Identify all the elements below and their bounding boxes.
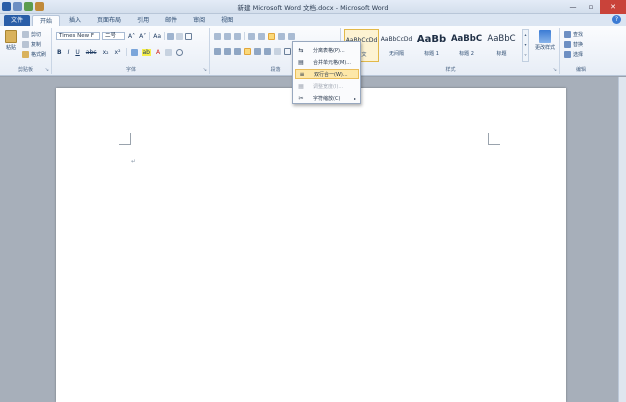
subscript-button[interactable]: x₂ xyxy=(102,49,110,56)
text-effects-icon[interactable] xyxy=(130,48,138,56)
align-left-icon[interactable] xyxy=(214,48,221,55)
menu-item-merge-cells[interactable]: ▤ 合并单元格(M)... xyxy=(295,57,359,67)
character-scaling-icon: ✂ xyxy=(298,94,304,102)
font-group-label: 字体 xyxy=(125,67,136,73)
font-launcher-icon[interactable]: ↘ xyxy=(203,67,207,73)
window-title: 新建 Microsoft Word 文档.docx - Microsoft Wo… xyxy=(237,4,389,12)
tab-home[interactable]: 开始 xyxy=(32,15,61,26)
tab-page-layout[interactable]: 页面布局 xyxy=(90,15,128,26)
superscript-button[interactable]: x² xyxy=(114,49,122,56)
line-spacing-icon[interactable] xyxy=(264,48,271,55)
tab-mailings[interactable]: 邮件 xyxy=(158,15,184,26)
tab-references[interactable]: 引用 xyxy=(130,15,156,26)
justify-icon[interactable] xyxy=(244,48,251,55)
find-button[interactable]: 查找 xyxy=(564,31,583,38)
tab-view[interactable]: 视图 xyxy=(214,15,240,26)
styles-gallery-scroll[interactable]: ▴ ▾ ▿ xyxy=(522,29,529,62)
bullets-icon[interactable] xyxy=(214,32,221,40)
tab-insert[interactable]: 插入 xyxy=(62,15,88,26)
borders-icon[interactable] xyxy=(284,48,291,55)
change-case-button[interactable]: Aa xyxy=(152,33,162,40)
clipboard-group-label: 剪贴板 xyxy=(17,67,33,73)
brush-icon xyxy=(22,51,29,58)
close-button[interactable]: ✕ xyxy=(600,0,626,14)
bold-button[interactable]: B xyxy=(56,49,63,56)
paste-icon xyxy=(5,30,17,43)
multilevel-list-icon[interactable] xyxy=(234,32,241,40)
style-heading-2[interactable]: AaBbC 标题 2 xyxy=(449,29,484,62)
tab-review[interactable]: 审阅 xyxy=(186,15,212,26)
paragraph-mark: ↵ xyxy=(131,158,137,165)
grow-font-button[interactable]: A˄ xyxy=(127,33,136,40)
window-controls: — ▫ ✕ xyxy=(564,0,626,14)
minimize-button[interactable]: — xyxy=(564,0,582,14)
font-group: Times New F 二号 A˄ A˅ Aa B I U abc x₂ x² … xyxy=(53,28,210,74)
highlight-button[interactable]: ab xyxy=(141,48,151,56)
merge-cells-icon: ▤ xyxy=(298,58,304,66)
styles-group-label: 样式 xyxy=(445,67,456,73)
style-title[interactable]: AaBbC 标题 xyxy=(484,29,519,62)
paste-button[interactable]: 粘贴 xyxy=(3,30,19,51)
copy-icon xyxy=(22,41,29,48)
tab-file[interactable]: 文件 xyxy=(4,15,31,26)
replace-button[interactable]: 替换 xyxy=(564,41,583,48)
font-size-input[interactable]: 二号 xyxy=(102,32,125,40)
vertical-scrollbar[interactable] xyxy=(618,77,626,402)
align-center-icon[interactable] xyxy=(224,48,231,55)
clear-format-icon[interactable] xyxy=(167,32,174,40)
title-bar: 新建 Microsoft Word 文档.docx - Microsoft Wo… xyxy=(0,0,626,14)
font-color-button[interactable]: A xyxy=(155,49,161,56)
style-heading-1[interactable]: AaBb 标题 1 xyxy=(414,29,449,62)
sort-icon[interactable] xyxy=(278,32,285,40)
maximize-button[interactable]: ▫ xyxy=(582,0,600,14)
change-styles-icon xyxy=(539,30,551,43)
menu-item-fit-width: ▦ 调整宽度(I)... xyxy=(298,82,344,90)
select-button[interactable]: 选择 xyxy=(564,51,583,58)
chinese-layout-icon[interactable] xyxy=(268,32,275,40)
submenu-arrow-icon: ▸ xyxy=(353,95,356,101)
shrink-font-button[interactable]: A˅ xyxy=(138,33,147,40)
menu-item-two-lines-in-one[interactable]: ≡ 双行合一(W)... xyxy=(295,69,359,79)
format-painter-button[interactable]: 格式刷 xyxy=(22,51,46,58)
character-shading-icon[interactable] xyxy=(165,48,173,56)
cut-button[interactable]: 剪切 xyxy=(22,31,41,38)
help-icon[interactable]: ? xyxy=(612,15,621,24)
margin-mark-top-left xyxy=(119,133,131,145)
italic-button[interactable]: I xyxy=(67,49,71,56)
styles-launcher-icon[interactable]: ↘ xyxy=(553,67,557,73)
clipboard-launcher-icon[interactable]: ↘ xyxy=(45,67,49,73)
underline-button[interactable]: U xyxy=(74,49,80,56)
change-styles-button[interactable]: 更改样式 xyxy=(533,30,557,51)
shading-icon[interactable] xyxy=(274,48,281,55)
styles-gallery: AaBbCcDd 正文 AaBbCcDd 无间隔 AaBb 标题 1 AaBbC… xyxy=(344,29,519,62)
font-name-input[interactable]: Times New F xyxy=(56,32,100,40)
align-right-icon[interactable] xyxy=(234,48,241,55)
strikethrough-button[interactable]: abc xyxy=(85,49,98,56)
numbering-icon[interactable] xyxy=(224,32,231,40)
two-lines-in-one-icon: ≡ xyxy=(299,70,305,78)
decrease-indent-icon[interactable] xyxy=(248,32,255,40)
ribbon-tabs: 文件 开始 插入 页面布局 引用 邮件 审阅 视图 xyxy=(0,14,626,26)
copy-button[interactable]: 复制 xyxy=(22,41,41,48)
chinese-layout-menu: ⇆ 分离表格(P)... ▤ 合并单元格(M)... ≡ 双行合一(W)... … xyxy=(292,41,361,104)
character-border-icon[interactable] xyxy=(185,32,192,40)
find-icon xyxy=(564,31,571,38)
clipboard-group: 粘贴 剪切 复制 格式刷 剪贴板 ↘ xyxy=(0,28,52,74)
replace-icon xyxy=(564,41,571,48)
phonetic-guide-icon[interactable] xyxy=(176,32,183,40)
margin-mark-top-right xyxy=(488,133,500,145)
show-marks-icon[interactable] xyxy=(288,32,295,40)
scissors-icon xyxy=(22,31,29,38)
style-no-spacing[interactable]: AaBbCcDd 无间隔 xyxy=(379,29,414,62)
split-table-icon: ⇆ xyxy=(298,46,304,54)
increase-indent-icon[interactable] xyxy=(258,32,265,40)
distributed-icon[interactable] xyxy=(254,48,261,55)
menu-item-character-scaling[interactable]: ✂ 字符缩放(C) ▸ xyxy=(295,93,359,103)
editing-group-label: 编辑 xyxy=(575,67,586,73)
menu-item-split-table[interactable]: ⇆ 分离表格(P)... xyxy=(295,45,359,55)
editing-group: 查找 替换 选择 编辑 xyxy=(561,28,601,74)
enclose-character-icon[interactable] xyxy=(176,48,184,56)
select-icon xyxy=(564,51,571,58)
fit-width-icon: ▦ xyxy=(298,82,304,90)
